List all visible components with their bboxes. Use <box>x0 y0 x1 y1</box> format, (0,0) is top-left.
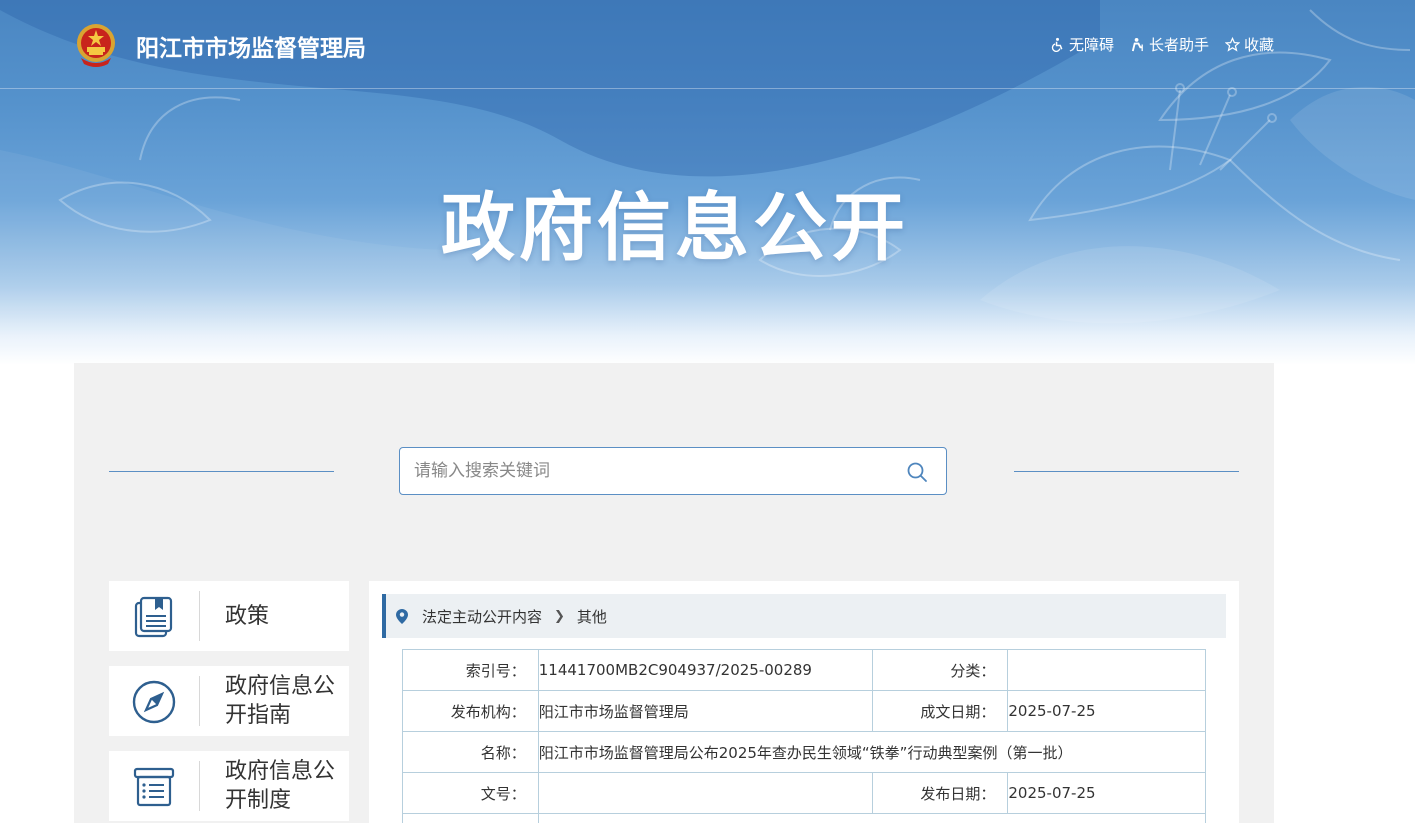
accessibility-label: 无障碍 <box>1068 36 1114 54</box>
search-divider-left <box>109 471 334 472</box>
name-label: 名称： <box>402 731 539 773</box>
written-date-value: 2025-07-25 <box>1007 690 1206 732</box>
sidebar-divider <box>199 676 200 726</box>
policy-book-icon <box>134 596 173 638</box>
search-icon[interactable] <box>906 461 928 483</box>
written-date-label: 成文日期： <box>871 690 1009 732</box>
sidebar-item-label: 政府信息公开制度 <box>225 759 336 813</box>
wheelchair-icon <box>1051 37 1063 52</box>
site-name[interactable]: 阳江市市场监督管理局 <box>136 29 366 63</box>
category-value <box>1007 649 1206 691</box>
sidebar-divider <box>199 761 200 811</box>
publish-date-label: 发布日期： <box>871 772 1009 814</box>
search-box <box>399 447 947 495</box>
table-row: 索引号： 11441700MB2C904937/2025-00289 分类： <box>402 649 1206 691</box>
star-icon <box>1224 37 1240 52</box>
sidebar-item-label: 政策 <box>225 603 270 629</box>
table-row: 名称： 阳江市市场监督管理局公布2025年查办民生领域“铁拳”行动典型案例（第一… <box>402 731 1207 773</box>
sidebar-item-guide[interactable]: 政府信息公开指南 <box>109 666 349 736</box>
table-row: 文号： 发布日期： 2025-07-25 <box>402 772 1206 814</box>
document-info-table: 索引号： 11441700MB2C904937/2025-00289 分类： 发… <box>402 649 1207 823</box>
name-value: 阳江市市场监督管理局公布2025年查办民生领域“铁拳”行动典型案例（第一批） <box>537 731 1207 773</box>
table-row: 发布机构： 阳江市市场监督管理局 成文日期： 2025-07-25 <box>402 690 1206 732</box>
compass-icon <box>132 680 176 724</box>
chevron-right-icon: ❯ <box>554 608 565 624</box>
search-divider-right <box>1014 471 1239 472</box>
sidebar-item-system[interactable]: 政府信息公开制度 <box>109 751 349 821</box>
category-label: 分类： <box>871 649 1009 691</box>
favorite-label: 收藏 <box>1243 36 1274 54</box>
document-list-icon <box>133 767 175 807</box>
doc-number-value <box>537 772 873 814</box>
table-cell <box>402 813 539 823</box>
index-label: 索引号： <box>402 649 539 691</box>
index-value: 11441700MB2C904937/2025-00289 <box>537 649 873 691</box>
banner-title: 政府信息公开 <box>441 185 909 271</box>
breadcrumb: 法定主动公开内容 ❯ 其他 <box>382 594 1226 638</box>
publisher-value: 阳江市市场监督管理局 <box>537 690 873 732</box>
search-input[interactable] <box>400 448 880 494</box>
national-emblem-logo <box>77 24 115 67</box>
location-pin-icon <box>396 608 408 624</box>
breadcrumb-item-statutory[interactable]: 法定主动公开内容 <box>422 606 542 627</box>
table-row <box>402 813 1207 823</box>
accessibility-link[interactable]: 无障碍 <box>1050 34 1114 55</box>
top-links: 无障碍 长者助手 收藏 <box>1050 34 1274 55</box>
elder-helper-link[interactable]: 长者助手 <box>1130 34 1209 55</box>
main-panel: 政策 政府信息公开指南 政府信息公开制度 <box>74 363 1274 823</box>
elder-helper-icon <box>1131 37 1143 52</box>
doc-number-label: 文号： <box>402 772 539 814</box>
top-bar: 阳江市市场监督管理局 无障碍 长者助手 收藏 <box>0 0 1415 89</box>
sidebar-divider <box>199 591 200 641</box>
elder-helper-label: 长者助手 <box>1148 36 1209 54</box>
header-banner: 阳江市市场监督管理局 无障碍 长者助手 收藏 政府信息公开 <box>0 0 1415 365</box>
breadcrumb-item-other[interactable]: 其他 <box>577 606 607 627</box>
table-cell <box>537 813 1207 823</box>
sidebar-item-policy[interactable]: 政策 <box>109 581 349 651</box>
content-area: 法定主动公开内容 ❯ 其他 索引号： 11441700MB2C904937/20… <box>369 581 1239 823</box>
publisher-label: 发布机构： <box>402 690 539 732</box>
sidebar-item-label: 政府信息公开指南 <box>225 674 336 728</box>
page: 阳江市市场监督管理局 无障碍 长者助手 收藏 政府信息公开 请输入搜索关键词 政… <box>0 0 1415 823</box>
favorite-link[interactable]: 收藏 <box>1224 34 1274 55</box>
publish-date-value: 2025-07-25 <box>1007 772 1206 814</box>
